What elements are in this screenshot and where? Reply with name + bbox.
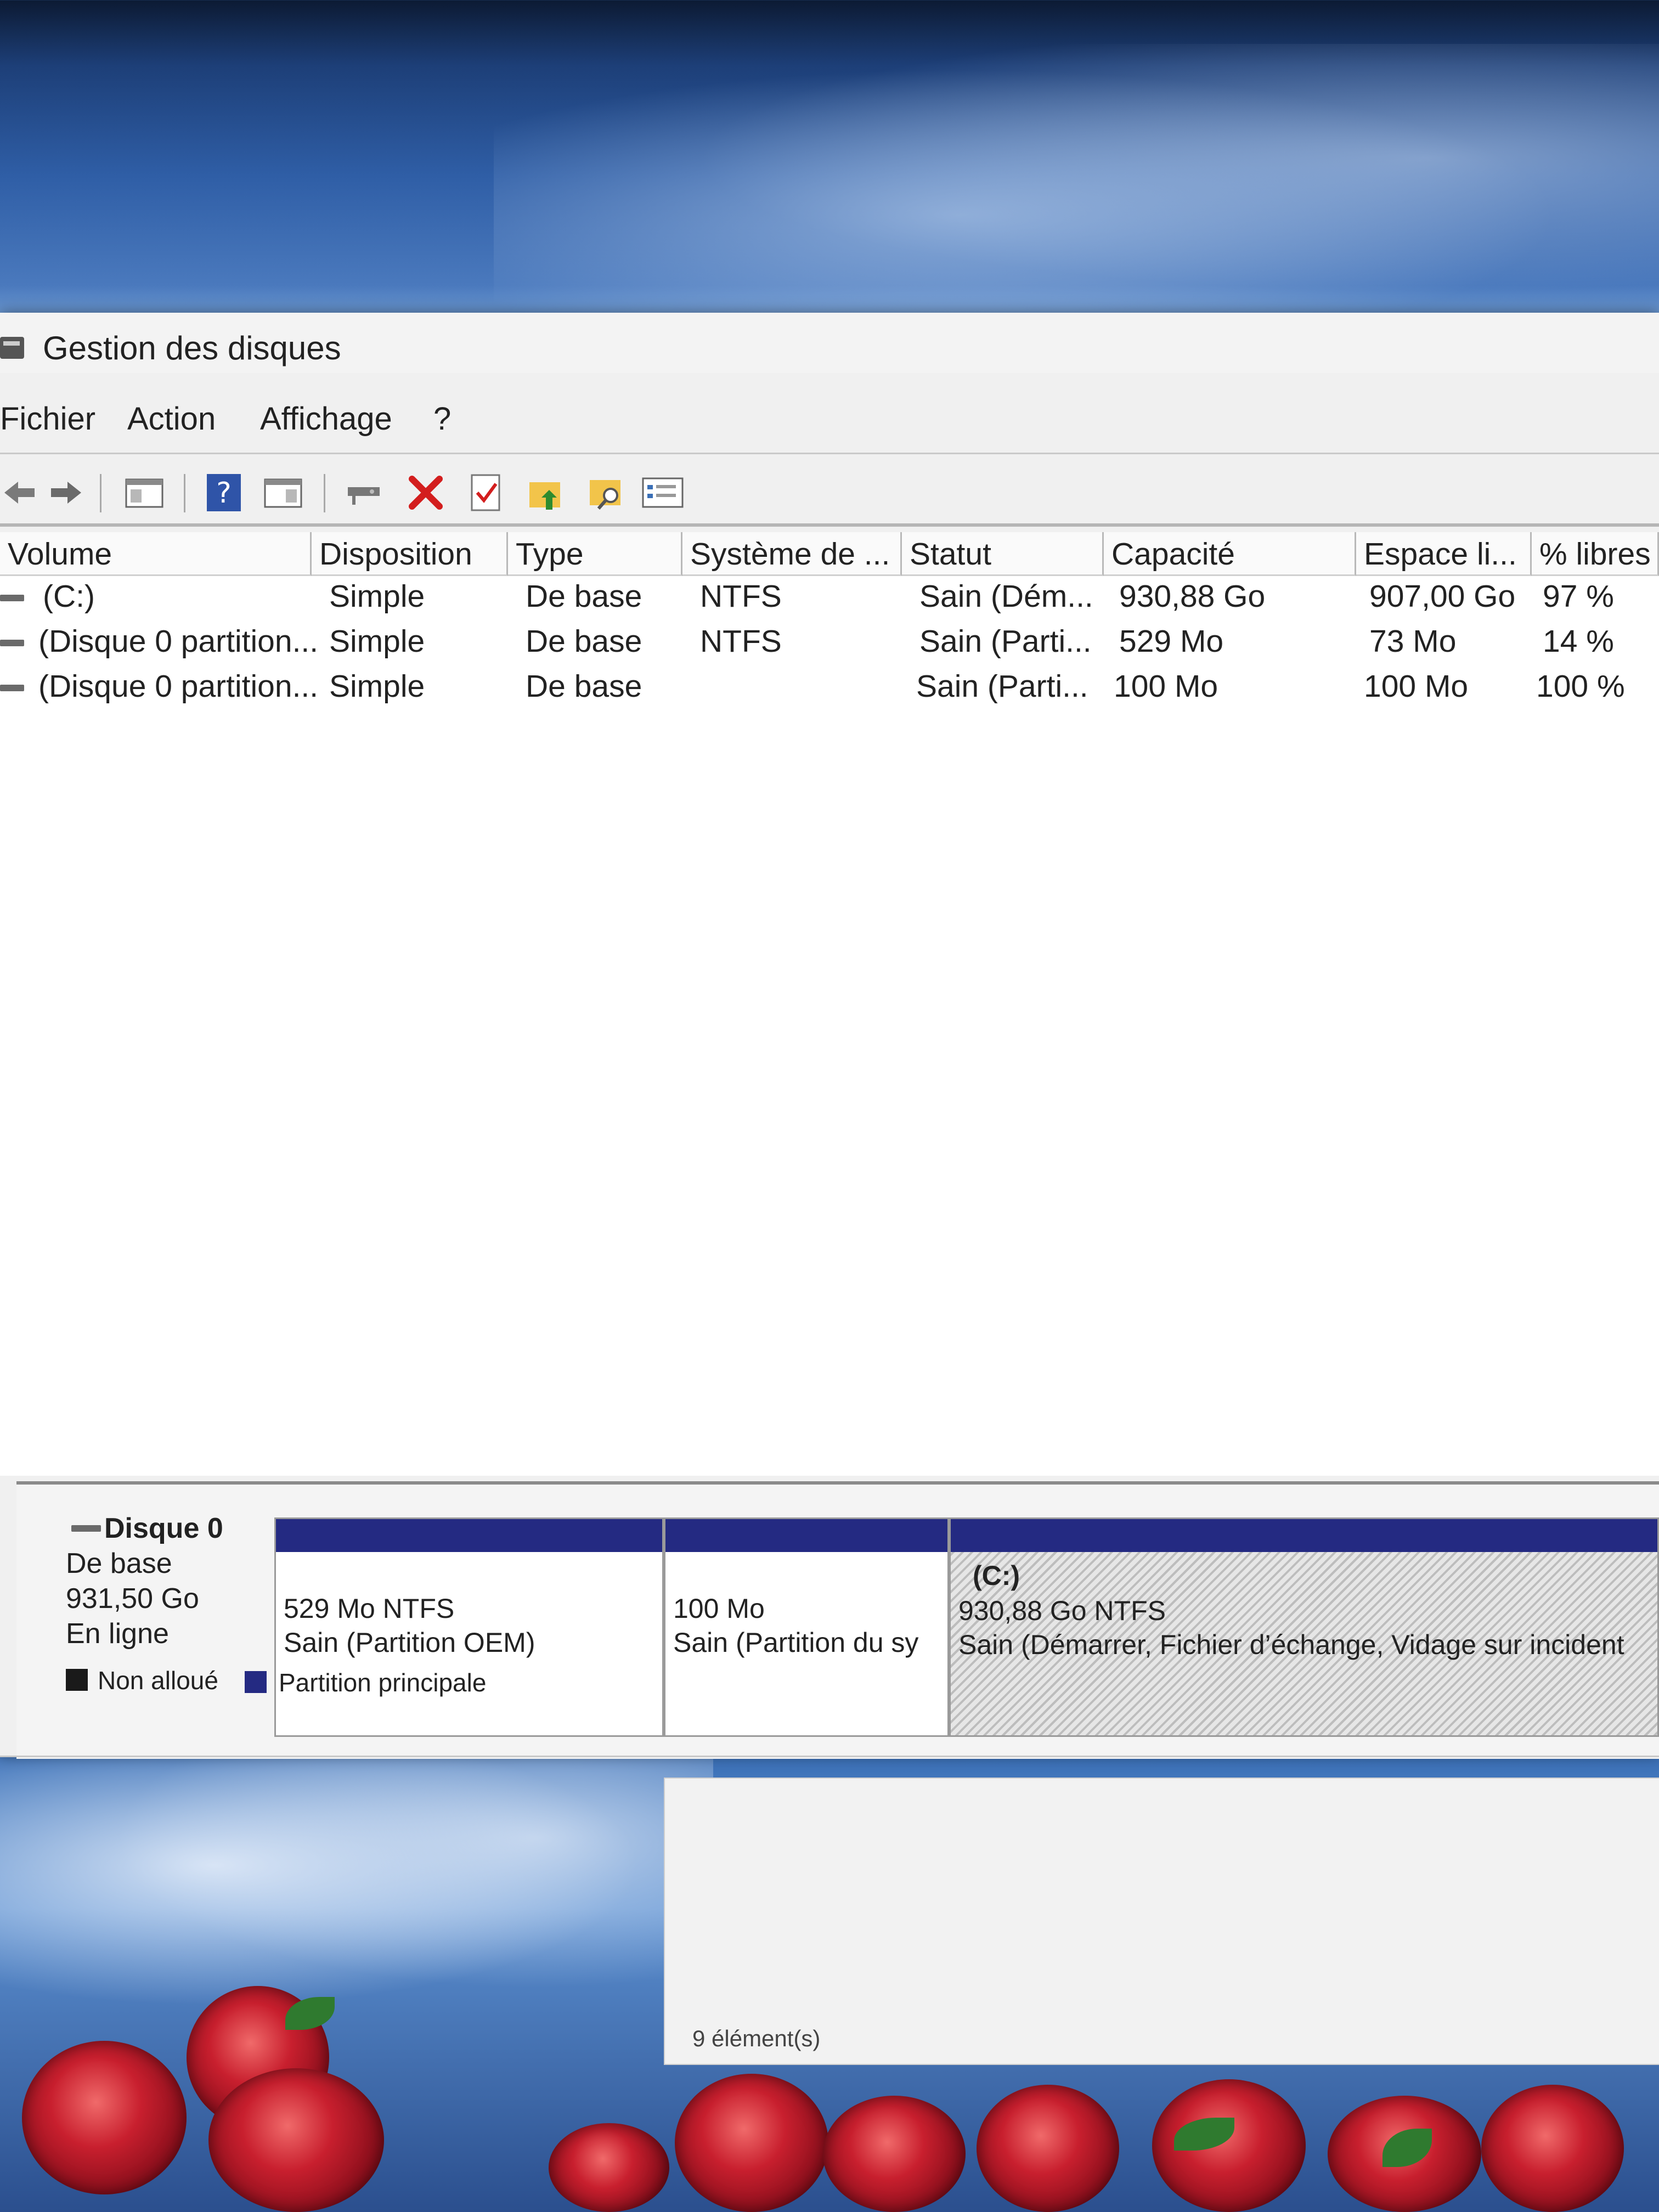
menu-affichage[interactable]: Affichage	[260, 400, 392, 437]
window-title: Gestion des disques	[43, 330, 341, 366]
toolbar-separator	[0, 523, 1659, 527]
cell-type: De base	[526, 624, 642, 659]
disk-size: 931,50 Go	[66, 1583, 199, 1615]
title-bar[interactable]: Gestion des disques	[0, 313, 1659, 373]
back-arrow-icon[interactable]	[0, 472, 42, 514]
disk-name: Disque 0	[104, 1513, 223, 1544]
disk-icon	[71, 1525, 101, 1532]
properties-icon[interactable]	[262, 472, 304, 514]
cell-disposition: Simple	[329, 579, 425, 614]
svg-text:?: ?	[216, 477, 232, 510]
cell-capacity: 529 Mo	[1119, 624, 1224, 659]
cell-percent-free: 100 %	[1536, 669, 1625, 704]
legend-unallocated-label: Non alloué	[98, 1666, 218, 1695]
partition-size: 100 Mo	[673, 1593, 765, 1624]
forward-arrow-icon[interactable]	[44, 472, 86, 514]
cell-status: Sain (Parti...	[916, 669, 1088, 704]
cell-volume: (C:)	[43, 579, 95, 614]
partition-system[interactable]: 100 Mo Sain (Partition du sy	[664, 1517, 949, 1737]
col-type[interactable]: Type	[508, 532, 682, 576]
cell-capacity: 100 Mo	[1114, 669, 1218, 704]
disk-0-label[interactable]: Disque 0 De base 931,50 Go En ligne	[38, 1512, 263, 1731]
cell-percent-free: 14 %	[1543, 624, 1614, 659]
cell-free-space: 907,00 Go	[1369, 579, 1516, 614]
disk-state: En ligne	[66, 1618, 169, 1650]
legend-unallocated-swatch	[66, 1669, 88, 1691]
partition-oem[interactable]: 529 Mo NTFS Sain (Partition OEM)	[274, 1517, 664, 1737]
cell-type: De base	[526, 669, 642, 704]
cell-status: Sain (Dém...	[919, 579, 1093, 614]
col-percent-free[interactable]: % libres	[1532, 532, 1659, 576]
col-status[interactable]: Statut	[902, 532, 1104, 576]
volume-icon	[0, 685, 24, 691]
col-disposition[interactable]: Disposition	[312, 532, 508, 576]
cell-volume: (Disque 0 partition...	[38, 669, 319, 704]
primary-partition-bar	[276, 1519, 662, 1552]
connect-disk-icon[interactable]	[343, 472, 385, 514]
legend-primary-label: Partition principale	[279, 1668, 487, 1697]
menu-help[interactable]: ?	[433, 400, 451, 437]
col-free-space[interactable]: Espace li...	[1356, 532, 1532, 576]
explorer-window: 9 élément(s)	[664, 1778, 1659, 2065]
help-icon[interactable]: ?	[203, 472, 245, 514]
menu-bar: Fichier Action Affichage ?	[0, 400, 1659, 444]
cell-filesystem: NTFS	[700, 624, 782, 659]
cell-free-space: 73 Mo	[1369, 624, 1457, 659]
check-icon[interactable]	[465, 472, 507, 514]
disk-graphical-view: Disque 0 De base 931,50 Go En ligne 529 …	[16, 1481, 1659, 1759]
cell-filesystem: NTFS	[700, 579, 782, 614]
partition-size: 529 Mo NTFS	[284, 1593, 455, 1624]
delete-icon[interactable]	[405, 472, 447, 514]
cell-capacity: 930,88 Go	[1119, 579, 1266, 614]
up-folder-icon[interactable]	[526, 472, 567, 514]
partition-size: 930,88 Go NTFS	[958, 1595, 1166, 1626]
console-tree-icon[interactable]	[123, 472, 165, 514]
cell-percent-free: 97 %	[1543, 579, 1614, 614]
cell-type: De base	[526, 579, 642, 614]
cell-disposition: Simple	[329, 624, 425, 659]
menu-action[interactable]: Action	[127, 400, 216, 437]
explorer-status-count: 9 élément(s)	[692, 2025, 821, 2051]
col-filesystem[interactable]: Système de ...	[682, 532, 902, 576]
primary-partition-bar	[665, 1519, 947, 1552]
desktop-wallpaper-top	[494, 44, 1659, 329]
disk-management-app-icon	[0, 337, 24, 359]
search-folder-icon[interactable]	[586, 472, 628, 514]
primary-partition-bar	[951, 1519, 1657, 1552]
col-volume[interactable]: Volume	[0, 532, 312, 576]
disk-management-window: Gestion des disques Fichier Action Affic…	[0, 313, 1659, 1759]
legend-primary-swatch	[245, 1671, 267, 1693]
cell-disposition: Simple	[329, 669, 425, 704]
menu-fichier[interactable]: Fichier	[0, 400, 95, 437]
cell-volume: (Disque 0 partition...	[38, 624, 319, 659]
volume-icon	[0, 640, 24, 646]
cell-free-space: 100 Mo	[1364, 669, 1469, 704]
partition-status: Sain (Partition OEM)	[284, 1627, 535, 1658]
cell-status: Sain (Parti...	[919, 624, 1092, 659]
menu-separator	[0, 453, 1659, 454]
toolbar: ?	[0, 466, 1659, 521]
partition-c[interactable]: (C:) 930,88 Go NTFS Sain (Démarrer, Fich…	[949, 1517, 1659, 1737]
partition-label: (C:)	[973, 1560, 1020, 1591]
volume-list: Volume Disposition Type Système de ... S…	[0, 532, 1659, 1476]
wallpaper-clouds	[0, 1756, 713, 2030]
list-view-icon[interactable]	[642, 472, 684, 514]
partition-status: Sain (Démarrer, Fichier d’échange, Vidag…	[958, 1629, 1624, 1660]
disk-type: De base	[66, 1548, 172, 1579]
volume-icon	[0, 595, 24, 601]
partition-status: Sain (Partition du sy	[673, 1627, 919, 1658]
col-capacity[interactable]: Capacité	[1104, 532, 1356, 576]
